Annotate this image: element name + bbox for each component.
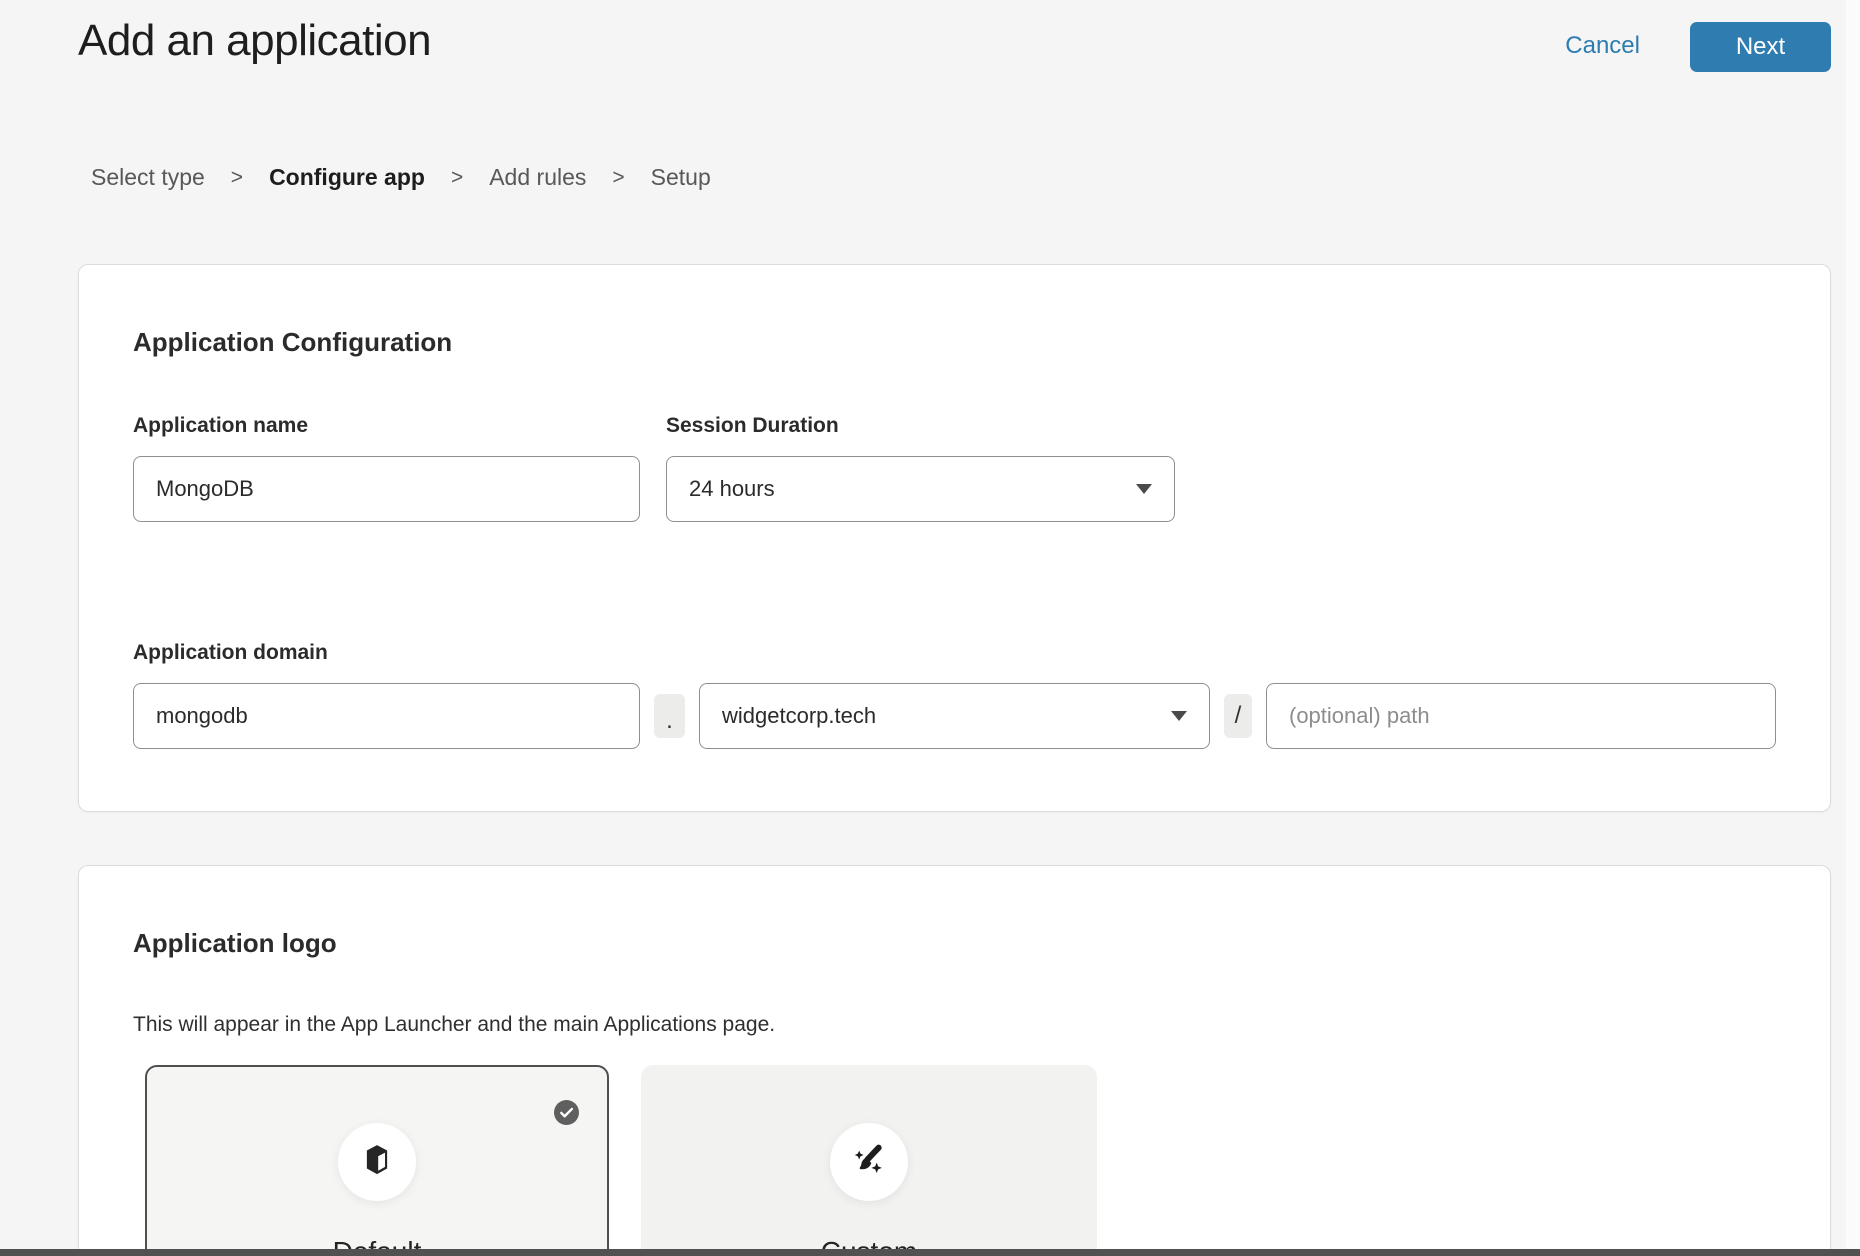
session-duration-select[interactable]: 24 hours [666,456,1175,522]
application-logo-card: Application logo This will appear in the… [78,865,1831,1256]
session-duration-value: 24 hours [689,476,775,502]
chevron-down-icon [1136,484,1152,494]
paintbrush-icon [849,1140,889,1185]
breadcrumb-step-select-type[interactable]: Select type [91,164,205,191]
logo-option-tiles: Default Custom [145,1065,1776,1256]
slash-separator: / [1224,694,1252,738]
logo-option-default[interactable]: Default [145,1065,609,1256]
application-domain-label: Application domain [133,640,1776,666]
custom-logo-circle [830,1123,908,1201]
breadcrumb-step-configure-app[interactable]: Configure app [269,164,425,191]
subdomain-input[interactable] [133,683,640,749]
application-configuration-card: Application Configuration Application na… [78,264,1831,812]
breadcrumb: Select type > Configure app > Add rules … [91,164,711,191]
domain-select[interactable]: widgetcorp.tech [699,683,1210,749]
check-icon [554,1100,579,1125]
add-application-page: Add an application Cancel Next Select ty… [0,0,1860,1256]
logo-card-description: This will appear in the App Launcher and… [133,1012,1776,1038]
bottom-edge-bar [0,1249,1860,1256]
breadcrumb-separator: > [451,166,463,190]
cancel-button[interactable]: Cancel [1565,32,1640,60]
path-input[interactable] [1266,683,1776,749]
domain-select-value: widgetcorp.tech [722,703,876,729]
cube-icon [358,1140,396,1185]
chevron-down-icon [1171,711,1187,721]
session-duration-label: Session Duration [666,413,1175,439]
breadcrumb-separator: > [231,166,243,190]
breadcrumb-separator: > [612,166,624,190]
logo-option-custom[interactable]: Custom [641,1065,1097,1256]
configuration-card-title: Application Configuration [133,326,1776,358]
breadcrumb-step-add-rules[interactable]: Add rules [489,164,586,191]
vertical-scrollbar-track[interactable] [1846,0,1860,1256]
page-title: Add an application [78,16,431,66]
logo-card-title: Application logo [133,927,1776,959]
application-name-input[interactable] [133,456,640,522]
dot-separator: . [654,694,685,738]
next-button[interactable]: Next [1690,22,1831,72]
breadcrumb-step-setup[interactable]: Setup [651,164,711,191]
application-name-label: Application name [133,413,640,439]
default-logo-circle [338,1123,416,1201]
